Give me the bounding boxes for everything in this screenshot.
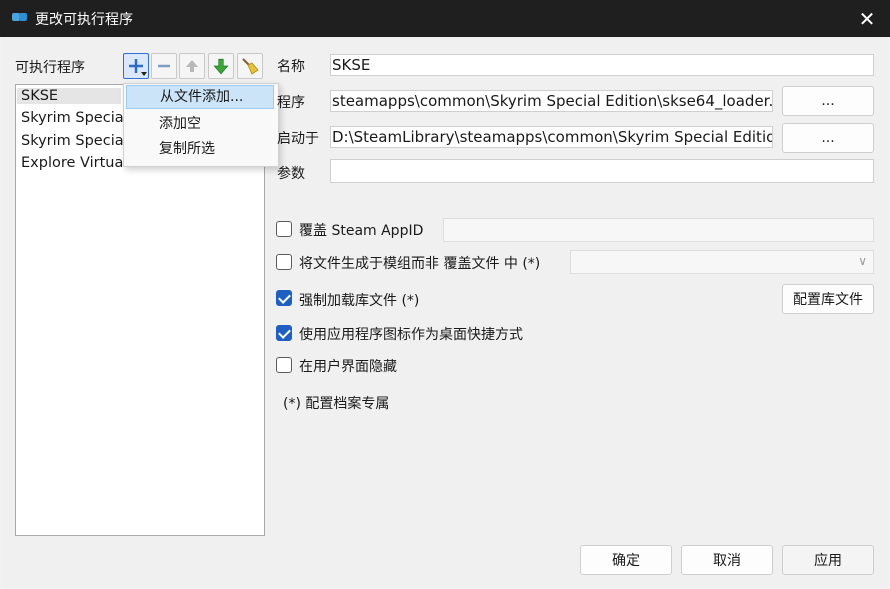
remove-executable-button[interactable] [151, 53, 177, 79]
mod-select: ∨ [570, 250, 874, 274]
profile-specific-note: (*) 配置档案专属 [283, 396, 390, 412]
move-up-button[interactable] [179, 53, 205, 79]
close-icon[interactable]: ✕ [844, 0, 890, 37]
clean-button[interactable] [237, 53, 263, 79]
binary-input[interactable]: steamapps\common\Skyrim Special Edition\… [330, 90, 773, 112]
override-appid-label: 覆盖 Steam AppID [299, 223, 424, 239]
list-item[interactable]: Skyrim Specia [21, 133, 124, 149]
move-down-button[interactable] [208, 53, 234, 79]
cancel-button[interactable]: 取消 [681, 545, 773, 575]
hide-in-ui-checkbox[interactable] [276, 357, 292, 373]
appid-input [443, 218, 874, 242]
arguments-input[interactable] [330, 159, 874, 183]
list-item[interactable]: SKSE [17, 88, 121, 104]
minus-icon [158, 64, 170, 68]
name-label: 名称 [277, 59, 305, 75]
name-input[interactable]: SKSE [330, 54, 874, 76]
start-in-label: 启动于 [277, 131, 319, 147]
browse-start-in-button[interactable]: ... [782, 123, 874, 153]
add-dropdown-menu: 从文件添加... 添加空 复制所选 [123, 83, 279, 167]
list-item[interactable]: Skyrim Special [21, 110, 128, 126]
arrow-down-icon [213, 58, 229, 75]
use-app-icon-checkbox[interactable] [276, 325, 292, 341]
use-app-icon-label: 使用应用程序图标作为桌面快捷方式 [299, 327, 523, 343]
menu-item-add-empty[interactable]: 添加空 [126, 112, 274, 136]
ok-button[interactable]: 确定 [580, 545, 672, 575]
title-bar: 更改可执行程序 ✕ [0, 0, 890, 37]
arrow-up-icon [186, 60, 198, 72]
menu-item-clone-selected[interactable]: 复制所选 [126, 137, 274, 161]
configure-libraries-button[interactable]: 配置库文件 [782, 284, 874, 314]
force-load-libraries-label: 强制加载库文件 (*) [299, 293, 420, 309]
override-appid-checkbox[interactable] [276, 221, 292, 237]
executables-label: 可执行程序 [15, 60, 85, 76]
menu-item-add-from-file[interactable]: 从文件添加... [126, 85, 274, 109]
chevron-down-icon [141, 72, 147, 76]
chevron-down-icon: ∨ [858, 254, 867, 268]
create-files-in-mod-label: 将文件生成于模组而非 覆盖文件 中 (*) [299, 256, 541, 272]
arguments-label: 参数 [277, 166, 305, 182]
add-executable-button[interactable] [123, 53, 149, 79]
create-files-in-mod-checkbox[interactable] [276, 254, 292, 270]
start-in-input[interactable]: D:\SteamLibrary\steamapps\common\Skyrim … [330, 126, 773, 148]
browse-binary-button[interactable]: ... [782, 86, 874, 116]
broom-icon [242, 58, 259, 75]
app-icon [12, 13, 27, 23]
hide-in-ui-label: 在用户界面隐藏 [299, 359, 397, 375]
binary-label: 程序 [277, 95, 305, 111]
force-load-libraries-checkbox[interactable] [276, 290, 292, 306]
window-title: 更改可执行程序 [35, 12, 133, 28]
apply-button[interactable]: 应用 [782, 545, 874, 575]
